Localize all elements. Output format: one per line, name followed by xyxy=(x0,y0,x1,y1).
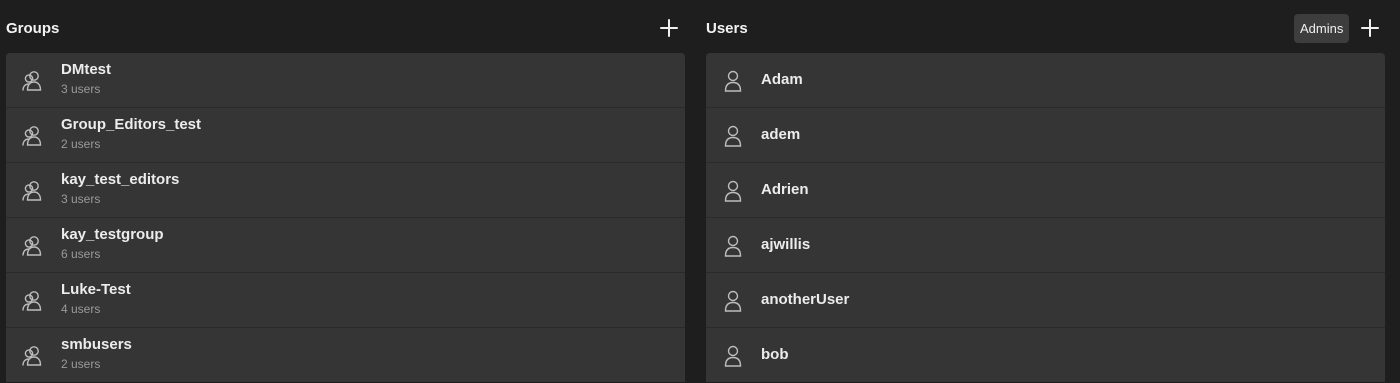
group-icon xyxy=(22,181,42,201)
users-title: Users xyxy=(706,20,748,37)
user-row[interactable]: ajwillis xyxy=(706,218,1385,273)
users-panel: Users Admins Adam adem Adrien ajwillis a… xyxy=(706,0,1385,383)
group-user-count: 3 users xyxy=(61,192,101,206)
user-row[interactable]: Adam xyxy=(706,53,1385,108)
group-name: DMtest xyxy=(61,61,112,78)
add-user-button[interactable] xyxy=(1357,15,1383,41)
users-list: Adam adem Adrien ajwillis anotherUser bo… xyxy=(706,53,1385,382)
add-group-button[interactable] xyxy=(656,15,682,41)
user-row[interactable]: adem xyxy=(706,108,1385,163)
user-row[interactable]: bob xyxy=(706,328,1385,382)
user-row[interactable]: anotherUser xyxy=(706,273,1385,328)
group-icon xyxy=(22,346,42,366)
group-row[interactable]: Luke-Test 4 users xyxy=(6,273,685,328)
user-icon xyxy=(724,125,742,147)
group-row[interactable]: DMtest 3 users xyxy=(6,53,685,108)
group-user-count: 2 users xyxy=(61,137,101,151)
groups-panel: Groups DMtest 3 users Group_Editors_test… xyxy=(6,0,685,383)
user-icon xyxy=(724,345,742,367)
users-header: Users Admins xyxy=(706,0,1385,53)
group-name: Group_Editors_test xyxy=(61,116,202,133)
group-name: smbusers xyxy=(61,336,132,353)
user-row[interactable]: Adrien xyxy=(706,163,1385,218)
groups-header: Groups xyxy=(6,0,685,53)
group-icon xyxy=(22,236,42,256)
group-user-count: 2 users xyxy=(61,357,101,371)
user-name: ajwillis xyxy=(761,236,811,253)
user-name: anotherUser xyxy=(761,291,850,308)
admins-button[interactable]: Admins xyxy=(1294,14,1350,43)
group-row[interactable]: Group_Editors_test 2 users xyxy=(6,108,685,163)
group-user-count: 4 users xyxy=(61,302,101,316)
user-name: Adam xyxy=(761,71,803,88)
group-row[interactable]: smbusers 2 users xyxy=(6,328,685,382)
groups-list: DMtest 3 users Group_Editors_test 2 user… xyxy=(6,53,685,382)
users-groups-page: Groups DMtest 3 users Group_Editors_test… xyxy=(0,0,1400,383)
group-user-count: 6 users xyxy=(61,247,101,261)
group-row[interactable]: kay_testgroup 6 users xyxy=(6,218,685,273)
user-icon xyxy=(724,290,742,312)
group-icon xyxy=(22,71,42,91)
user-name: adem xyxy=(761,126,801,143)
group-icon xyxy=(22,291,42,311)
group-name: Luke-Test xyxy=(61,281,131,298)
groups-title: Groups xyxy=(6,20,60,37)
group-icon xyxy=(22,126,42,146)
group-row[interactable]: kay_test_editors 3 users xyxy=(6,163,685,218)
user-icon xyxy=(724,180,742,202)
group-name: kay_testgroup xyxy=(61,226,164,243)
group-user-count: 3 users xyxy=(61,82,101,96)
user-icon xyxy=(724,235,742,257)
user-name: bob xyxy=(761,346,789,363)
group-name: kay_test_editors xyxy=(61,171,180,188)
user-name: Adrien xyxy=(761,181,809,198)
user-icon xyxy=(724,70,742,92)
